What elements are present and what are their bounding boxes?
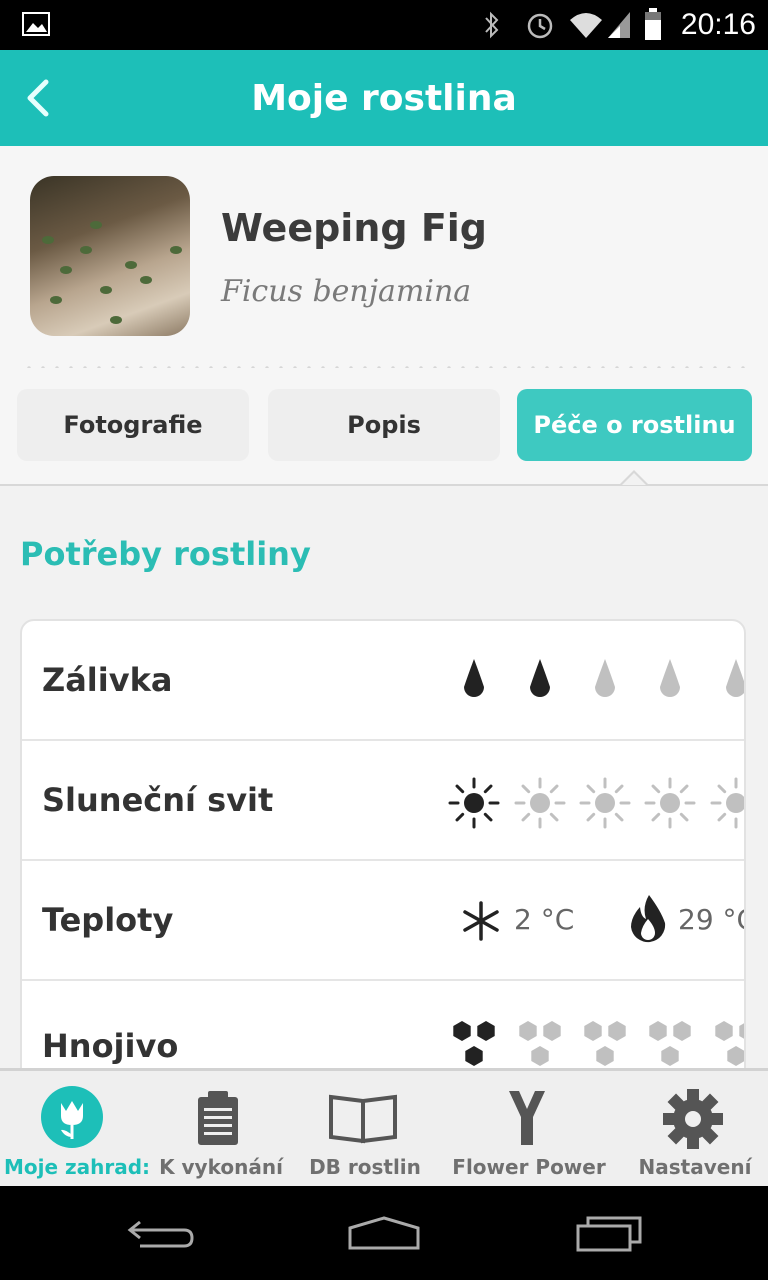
app-bar-title: Moje rostlina bbox=[251, 78, 517, 119]
clipboard-icon bbox=[198, 1091, 238, 1145]
sun-icon bbox=[644, 777, 696, 829]
recents-nav-icon[interactable] bbox=[574, 1214, 644, 1254]
fertilizer-icon bbox=[519, 1021, 561, 1066]
gear-icon bbox=[663, 1089, 723, 1149]
water-drop-icon bbox=[660, 659, 680, 697]
tab-divider bbox=[0, 484, 768, 486]
sunlight-label: Sluneční svit bbox=[42, 781, 274, 819]
watering-row: Zálivka bbox=[22, 621, 744, 741]
back-nav-icon[interactable] bbox=[126, 1216, 196, 1256]
nav-flower-power[interactable]: Flower Power bbox=[452, 1071, 606, 1189]
fertilizer-icon bbox=[584, 1021, 626, 1066]
temperature-max-value: 29 °C bbox=[678, 903, 746, 936]
tulip-icon bbox=[41, 1086, 103, 1148]
nav-plant-db[interactable]: DB rostlin bbox=[288, 1071, 442, 1189]
nav-my-garden[interactable]: Moje zahrad: bbox=[0, 1071, 154, 1189]
tab-photos[interactable]: Fotografie bbox=[17, 389, 249, 461]
snowflake-icon bbox=[463, 901, 499, 941]
watering-label: Zálivka bbox=[42, 661, 173, 699]
nav-label: Flower Power bbox=[452, 1155, 606, 1179]
water-drop-icon bbox=[464, 659, 484, 697]
sensor-icon bbox=[509, 1091, 545, 1145]
fertilizer-label: Hnojivo bbox=[42, 1027, 179, 1065]
system-navigation-bar bbox=[0, 1186, 768, 1280]
dotted-divider bbox=[22, 366, 746, 368]
sun-icon bbox=[579, 777, 631, 829]
sun-icon bbox=[710, 777, 744, 829]
bluetooth-icon bbox=[485, 11, 499, 39]
gallery-notification-icon bbox=[22, 12, 50, 36]
signal-icon bbox=[608, 12, 630, 38]
nav-label: Moje zahrad: bbox=[3, 1155, 151, 1179]
fertilizer-icon bbox=[649, 1021, 691, 1066]
alarm-icon bbox=[527, 13, 553, 39]
watering-rating bbox=[464, 659, 744, 697]
temperature-values: 2 °C 29 °C bbox=[463, 895, 746, 943]
wifi-icon bbox=[570, 13, 602, 38]
sunlight-rating bbox=[448, 777, 744, 829]
bottom-navigation: Moje zahrad: K vykonání DB rostlin Flowe… bbox=[0, 1068, 768, 1189]
book-icon bbox=[329, 1094, 397, 1144]
temperature-row: Teploty 2 °C 29 °C bbox=[22, 861, 746, 981]
battery-icon bbox=[645, 8, 661, 40]
plant-name: Weeping Fig bbox=[221, 206, 487, 250]
nav-label: DB rostlin bbox=[309, 1155, 421, 1179]
flame-icon bbox=[631, 895, 666, 943]
temperature-min-value: 2 °C bbox=[514, 903, 574, 936]
tab-description[interactable]: Popis bbox=[268, 389, 500, 461]
nav-label: K vykonání bbox=[159, 1155, 283, 1179]
water-drop-icon bbox=[595, 659, 615, 697]
home-nav-icon[interactable] bbox=[346, 1214, 422, 1254]
nav-to-do[interactable]: K vykonání bbox=[144, 1071, 298, 1189]
water-drop-icon bbox=[726, 659, 744, 697]
plant-photo[interactable] bbox=[30, 176, 190, 336]
sunlight-row: Sluneční svit bbox=[22, 741, 744, 861]
nav-label: Nastavení bbox=[638, 1155, 752, 1179]
plant-header: Weeping Fig Ficus benjamina Fotografie P… bbox=[0, 146, 768, 486]
temperature-label: Teploty bbox=[42, 901, 174, 939]
sun-icon bbox=[448, 777, 500, 829]
water-drop-icon bbox=[530, 659, 550, 697]
plant-latin-name: Ficus benjamina bbox=[221, 274, 472, 309]
section-title: Potřeby rostliny bbox=[20, 535, 311, 573]
nav-settings[interactable]: Nastavení bbox=[618, 1071, 768, 1189]
tab-plant-care[interactable]: Péče o rostlinu bbox=[517, 389, 752, 461]
status-bar: 20:16 bbox=[0, 0, 768, 50]
sun-icon bbox=[514, 777, 566, 829]
fertilizer-icon bbox=[453, 1021, 495, 1066]
fertilizer-icon bbox=[715, 1021, 744, 1066]
status-time: 20:16 bbox=[680, 8, 756, 41]
app-bar: Moje rostlina bbox=[0, 50, 768, 146]
